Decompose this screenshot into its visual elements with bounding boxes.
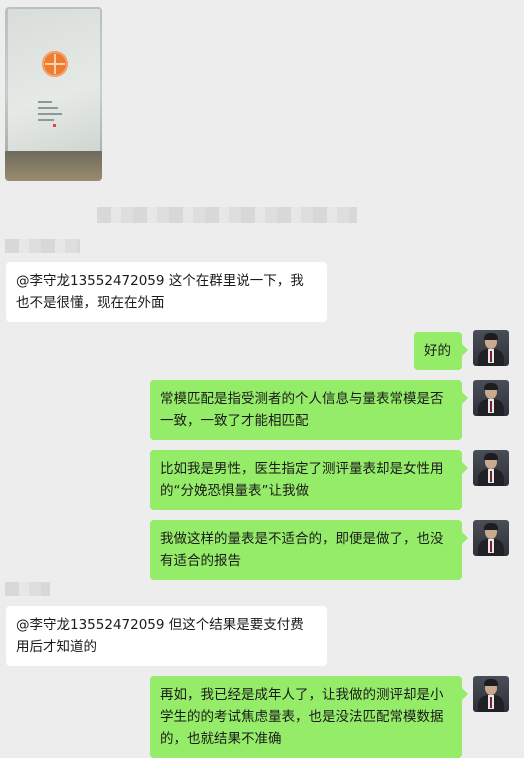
message-text: 我做这样的量表是不适合的，即便是做了，也没有适合的报告 (160, 531, 444, 569)
message-bubble-incoming[interactable]: @李守龙13552472059 但这个结果是要支付费用后才知道的 (6, 606, 327, 666)
message-bubble-incoming[interactable]: @李守龙13552472059 这个在群里说一下，我也不是很懂，现在在外面 (6, 262, 327, 322)
message-text: 好的 (424, 343, 451, 359)
photo-desk (5, 151, 102, 181)
user-avatar-icon[interactable] (473, 450, 509, 486)
shared-photo-thumbnail[interactable] (5, 7, 102, 181)
message-bubble-outgoing[interactable]: 我做这样的量表是不适合的，即便是做了，也没有适合的报告 (150, 520, 468, 580)
user-avatar-icon[interactable] (473, 520, 509, 556)
user-avatar-icon[interactable] (473, 676, 509, 712)
message-bubble-outgoing[interactable]: 常模匹配是指受测者的个人信息与量表常模是否一致，一致了才能相匹配 (150, 380, 468, 440)
message-text: @李守龙13552472059 但这个结果是要支付费用后才知道的 (16, 617, 304, 655)
message-bubble-outgoing[interactable]: 再如，我已经是成年人了，让我做的测评却是小学生的的考试焦虑量表，也是没法匹配常模… (150, 676, 468, 758)
blurred-timestamp (97, 207, 357, 223)
blurred-sender-name (5, 582, 50, 596)
message-text: 常模匹配是指受测者的个人信息与量表常模是否一致，一致了才能相匹配 (160, 391, 444, 429)
blurred-sender-name (5, 239, 80, 253)
message-bubble-outgoing[interactable]: 好的 (414, 332, 468, 370)
message-text: @李守龙13552472059 这个在群里说一下，我也不是很懂，现在在外面 (16, 273, 304, 311)
message-bubble-outgoing[interactable]: 比如我是男性，医生指定了测评量表却是女性用的“分娩恐惧量表”让我做 (150, 450, 468, 510)
message-text: 再如，我已经是成年人了，让我做的测评却是小学生的的考试焦虑量表，也是没法匹配常模… (160, 687, 444, 747)
message-text: 比如我是男性，医生指定了测评量表却是女性用的“分娩恐惧量表”让我做 (160, 461, 444, 499)
user-avatar-icon[interactable] (473, 330, 509, 366)
user-avatar-icon[interactable] (473, 380, 509, 416)
orange-logo-icon (42, 51, 68, 77)
photo-monitor-screen (8, 9, 100, 151)
